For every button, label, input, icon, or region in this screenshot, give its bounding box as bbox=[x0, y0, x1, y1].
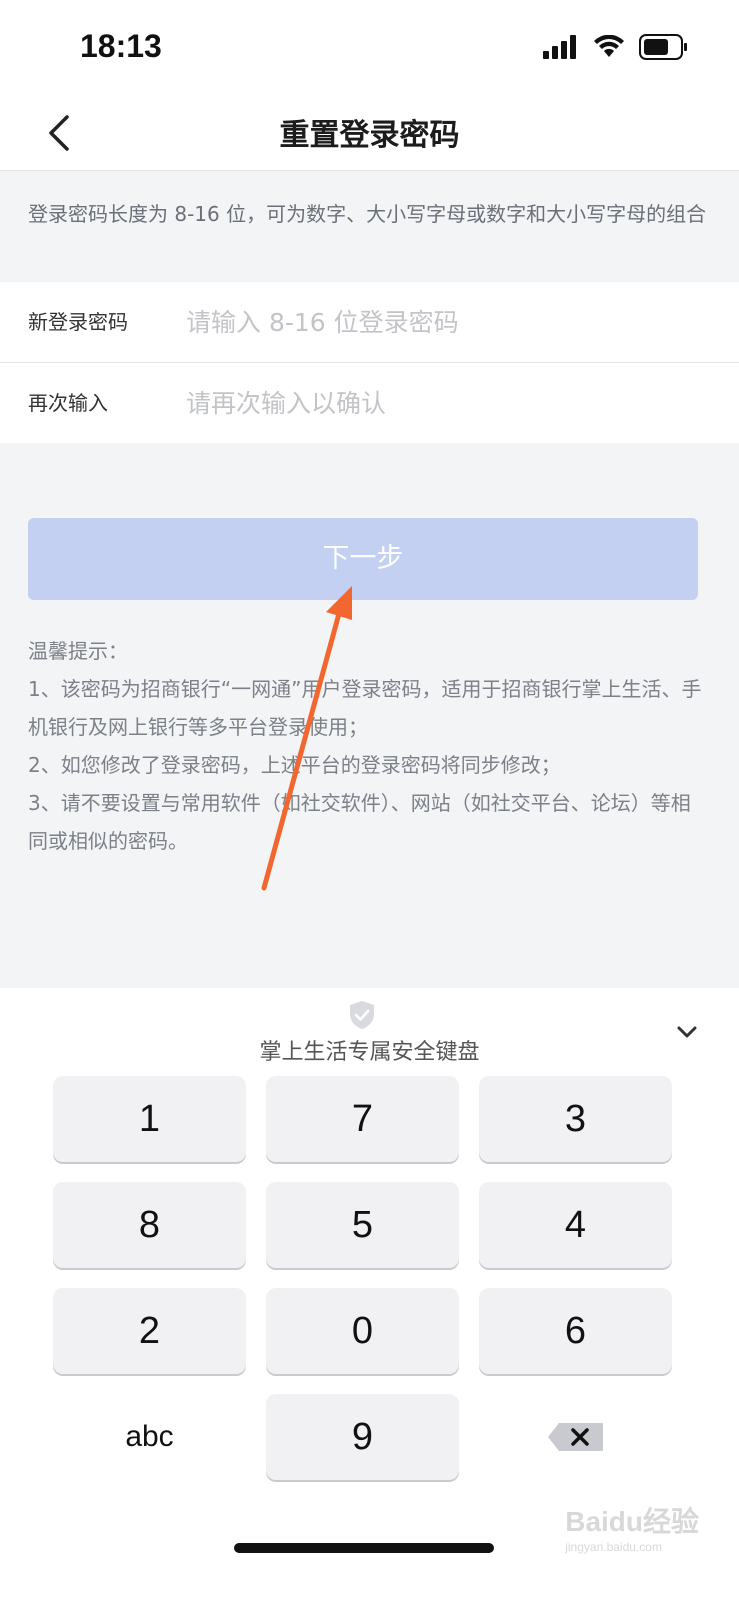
wifi-icon bbox=[594, 35, 624, 57]
shield-icon bbox=[350, 1001, 374, 1029]
status-icons bbox=[543, 34, 689, 60]
watermark-url: jingyan.baidu.com bbox=[565, 1540, 662, 1554]
key-abc[interactable]: abc bbox=[53, 1394, 246, 1480]
page-title: 重置登录密码 bbox=[279, 118, 460, 153]
key-5[interactable]: 5 bbox=[266, 1182, 459, 1268]
watermark-brand: Baidu经验 bbox=[565, 1506, 699, 1537]
key-3[interactable]: 3 bbox=[479, 1076, 672, 1162]
keyboard-header: 掌上生活专属安全键盘 bbox=[0, 988, 739, 1072]
key-1[interactable]: 1 bbox=[53, 1076, 246, 1162]
backspace-icon bbox=[547, 1423, 603, 1451]
nav-bar: 重置登录密码 bbox=[0, 96, 739, 171]
tip-item: 2、如您修改了登录密码，上述平台的登录密码将同步修改； bbox=[28, 753, 561, 777]
home-indicator bbox=[234, 1543, 494, 1553]
key-2[interactable]: 2 bbox=[53, 1288, 246, 1374]
tips-section: 温馨提示： 1、该密码为招商银行“一网通”用户登录密码，适用于招商银行掌上生活、… bbox=[28, 632, 708, 860]
confirm-password-input[interactable] bbox=[186, 375, 706, 431]
key-7[interactable]: 7 bbox=[266, 1076, 459, 1162]
keypad: 1 7 3 8 5 4 2 0 6 abc 9 bbox=[53, 1076, 672, 1480]
password-form: 新登录密码 再次输入 bbox=[0, 282, 739, 443]
status-bar: 18:13 bbox=[0, 0, 739, 96]
key-0[interactable]: 0 bbox=[266, 1288, 459, 1374]
key-9[interactable]: 9 bbox=[266, 1394, 459, 1480]
confirm-password-row: 再次输入 bbox=[0, 363, 739, 443]
chevron-down-icon[interactable] bbox=[673, 1018, 701, 1046]
key-8[interactable]: 8 bbox=[53, 1182, 246, 1268]
confirm-password-label: 再次输入 bbox=[28, 391, 108, 415]
new-password-label: 新登录密码 bbox=[28, 310, 128, 334]
baidu-watermark: Baidu经验 jingyan.baidu.com bbox=[565, 1500, 699, 1554]
tip-item: 3、请不要设置与常用软件（如社交软件）、网站（如社交平台、论坛）等相同或相似的密… bbox=[28, 791, 691, 853]
next-step-button[interactable]: 下一步 bbox=[28, 518, 698, 600]
password-rule-notice: 登录密码长度为 8-16 位，可为数字、大小写字母或数字和大小写字母的组合 bbox=[0, 171, 739, 281]
keyboard-title: 掌上生活专属安全键盘 bbox=[259, 1040, 480, 1065]
new-password-input[interactable] bbox=[186, 294, 706, 350]
key-6[interactable]: 6 bbox=[479, 1288, 672, 1374]
tip-item: 1、该密码为招商银行“一网通”用户登录密码，适用于招商银行掌上生活、手机银行及网… bbox=[28, 677, 702, 739]
tips-heading: 温馨提示： bbox=[28, 639, 128, 663]
status-time: 18:13 bbox=[80, 28, 162, 64]
key-4[interactable]: 4 bbox=[479, 1182, 672, 1268]
battery-icon bbox=[639, 34, 687, 60]
cellular-signal-icon bbox=[543, 35, 576, 59]
new-password-row: 新登录密码 bbox=[0, 282, 739, 363]
delete-key[interactable] bbox=[479, 1394, 672, 1480]
